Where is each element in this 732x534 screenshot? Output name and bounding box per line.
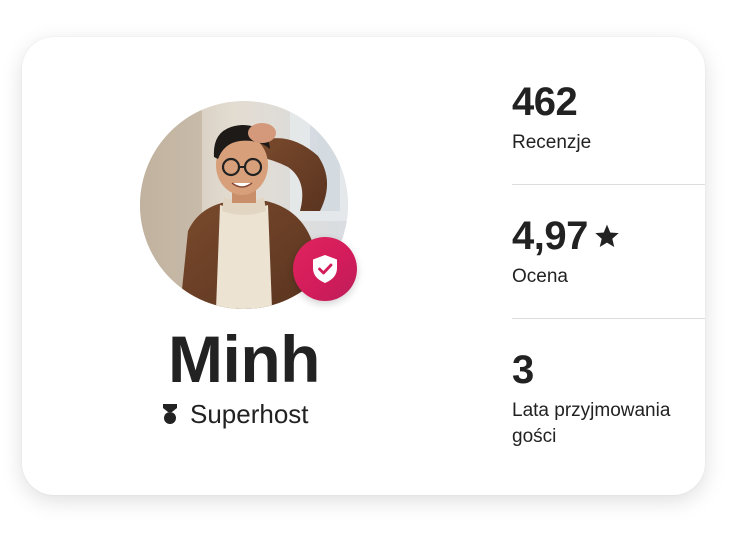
star-icon <box>595 224 619 248</box>
stat-reviews[interactable]: 462 Recenzje <box>512 80 705 156</box>
stat-rating-value-row: 4,97 <box>512 214 705 258</box>
stat-rating-label: Ocena <box>512 266 568 287</box>
stat-divider <box>512 184 705 185</box>
verified-badge <box>293 237 357 301</box>
stat-rating-value: 4,97 <box>512 214 588 258</box>
stat-hosting-years-label: Lata przyjmowania gości <box>512 400 671 447</box>
host-name: Minh <box>168 322 320 396</box>
stat-hosting-years-value: 3 <box>512 348 534 392</box>
superhost-label: Superhost <box>190 398 309 429</box>
superhost-medal-icon <box>163 404 177 424</box>
stat-hosting-years[interactable]: 3 Lata przyjmowania gości <box>512 348 705 450</box>
stat-rating[interactable]: 4,97 Ocena <box>512 214 705 290</box>
superhost-badge: Superhost <box>162 398 309 430</box>
host-profile-card: Minh Superhost 462 Recenzje 4,97 Ocena 3… <box>22 37 705 495</box>
stat-divider <box>512 318 705 319</box>
shield-check-icon <box>313 255 337 283</box>
stat-reviews-label: Recenzje <box>512 132 592 153</box>
stat-reviews-value: 462 <box>512 80 578 124</box>
host-avatar-container <box>140 101 357 309</box>
